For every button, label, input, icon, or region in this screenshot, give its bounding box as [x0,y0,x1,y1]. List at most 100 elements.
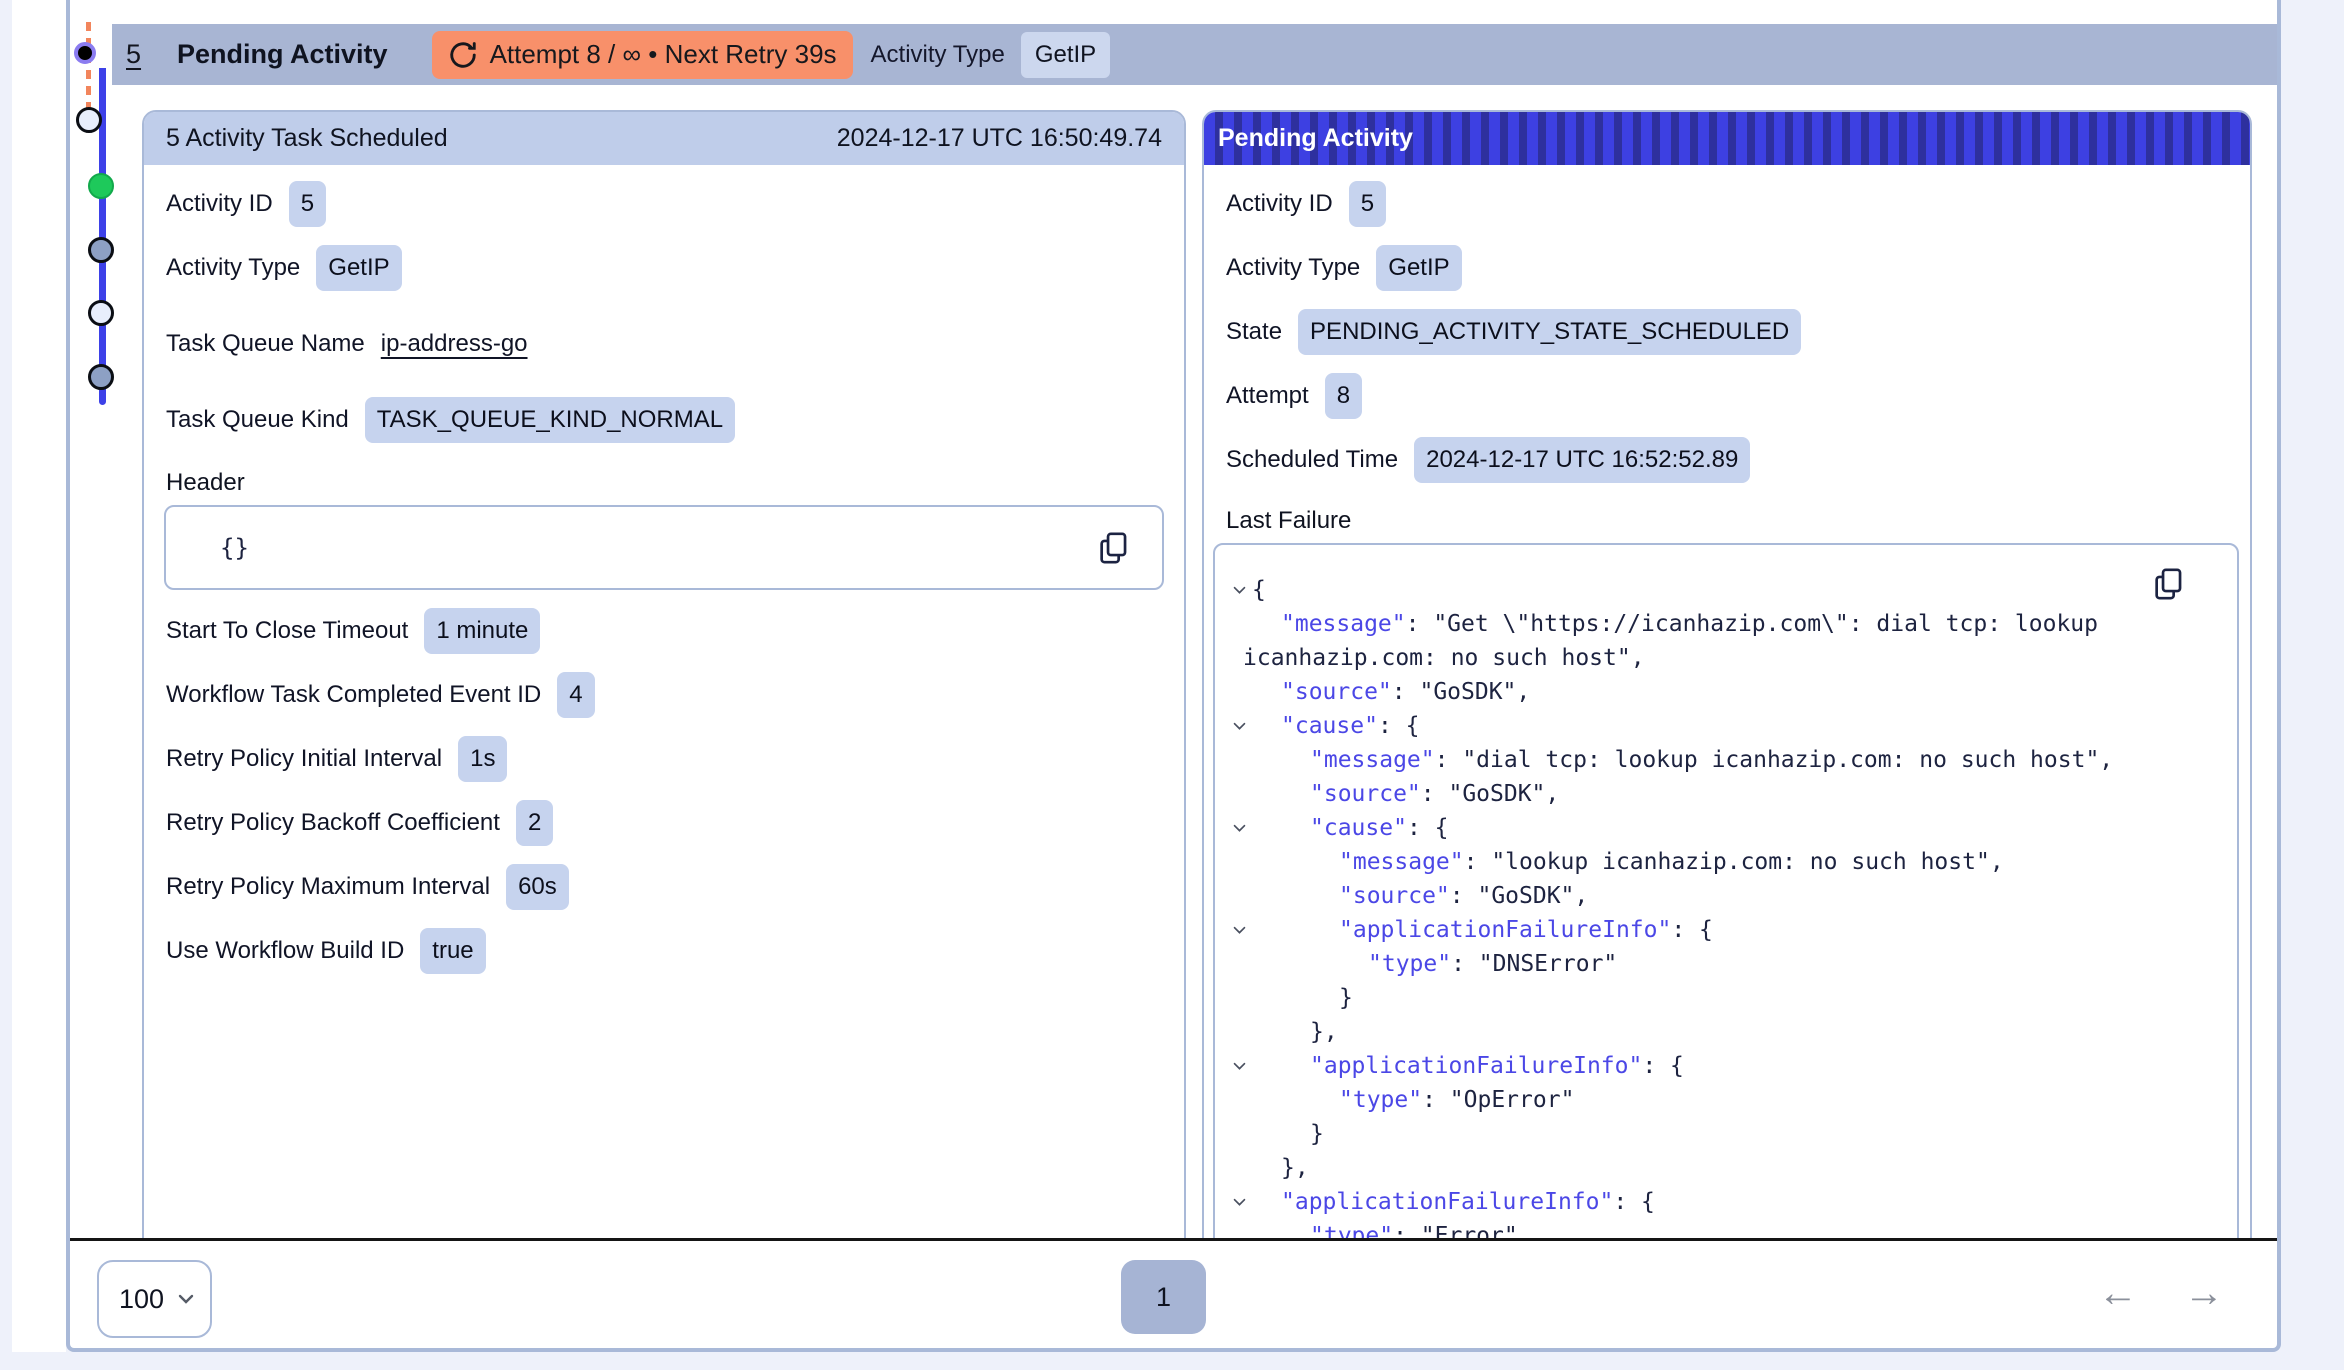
json-key: "cause" [1281,713,1378,739]
code-line: { [1215,573,2237,607]
retry-attempt-badge: Attempt 8 / ∞ • Next Retry 39s [432,31,853,79]
field-row: State PENDING_ACTIVITY_STATE_SCHEDULED [1204,309,2250,355]
field-label: State [1226,318,1282,346]
timeline-event-dot[interactable] [88,237,114,263]
json-value: : { [1613,1189,1655,1215]
json-value: : "dial tcp: lookup icanhazip.com: no su… [1435,747,2114,773]
header-payload-code: {} [166,534,249,562]
field-label: Task Queue Kind [166,406,349,434]
activity-type-label: Activity Type [871,41,1005,69]
code-line: }, [1215,1151,2237,1185]
code-line: "source": "GoSDK", [1215,675,2237,709]
retry-icon [448,40,478,70]
field-value-badge: 2 [516,800,553,846]
collapse-chevron-icon[interactable] [1215,582,1252,599]
field-value-badge: 4 [557,672,594,718]
pagination-bar: 100 1 ← → [70,1238,2277,1344]
field-label: Retry Policy Maximum Interval [166,873,490,901]
field-value-badge: 1s [458,736,507,782]
header-payload-box: {} [164,505,1164,590]
page-number: 1 [1156,1282,1171,1313]
copy-button[interactable] [2151,565,2187,605]
event-history-table: 5 Pending Activity Attempt 8 / ∞ • Next … [70,0,2277,1238]
code-line: "message": "Get \"https://icanhazip.com\… [1215,607,2237,641]
json-value: } [1310,1121,1324,1147]
json-value: : "Error" [1393,1223,1518,1238]
code-line: "cause": { [1215,709,2237,743]
field-row: Retry Policy Initial Interval 1s [144,736,1184,782]
field-label: Scheduled Time [1226,446,1398,474]
json-value: : "DNSError" [1451,951,1617,977]
code-line: }, [1215,1015,2237,1049]
json-value: } [1339,985,1353,1011]
retry-badge-label: Attempt 8 / ∞ • Next Retry 39s [490,39,837,70]
json-key: "source" [1339,883,1450,909]
field-value-badge: 5 [289,181,326,227]
copy-button[interactable] [1096,529,1132,569]
code-line: icanhazip.com: no such host", [1215,641,2237,675]
json-key: "applicationFailureInfo" [1339,917,1671,943]
field-row: Task Queue KindTASK_QUEUE_KIND_NORMAL [144,397,1184,443]
json-value: { [1252,577,1266,603]
chevron-down-icon [176,1292,196,1306]
event-title: Pending Activity [177,39,388,70]
field-label: Activity Type [166,254,300,282]
timeline-event-dot[interactable] [88,364,114,390]
last-failure-label: Last Failure [1204,505,2250,537]
field-row: Use Workflow Build ID true [144,928,1184,974]
code-line: "type": "DNSError" [1215,947,2237,981]
field-row: Activity TypeGetIP [1204,245,2250,291]
collapse-chevron-icon[interactable] [1215,718,1252,735]
code-line: } [1215,1117,2237,1151]
timeline-event-dot[interactable] [76,107,102,133]
field-label: Start To Close Timeout [166,617,408,645]
next-page-arrow-icon[interactable]: → [2184,1269,2224,1317]
field-row: Activity Type GetIP [144,245,1184,291]
page-number-button[interactable]: 1 [1121,1260,1206,1334]
collapse-chevron-icon[interactable] [1215,1058,1252,1075]
left-margin-strip [12,0,66,1352]
json-value: }, [1281,1155,1309,1181]
collapse-chevron-icon[interactable] [1215,922,1252,939]
json-key: "type" [1310,1223,1393,1238]
code-line: "type": "OpError" [1215,1083,2237,1117]
event-detail-panel: 5 Activity Task Scheduled 2024-12-17 UTC… [142,110,1186,1238]
json-value: : { [1642,1053,1684,1079]
collapse-chevron-icon[interactable] [1215,1194,1252,1211]
json-value: : "GoSDK", [1392,679,1530,705]
field-label: Activity ID [1226,190,1333,218]
field-label: Attempt [1226,382,1309,410]
code-line: "applicationFailureInfo": { [1215,1049,2237,1083]
event-row-header[interactable]: 5 Pending Activity Attempt 8 / ∞ • Next … [112,24,2277,85]
json-value: : "Get \"https://icanhazip.com\": dial t… [1406,611,2098,637]
previous-page-arrow-icon[interactable]: ← [2098,1269,2138,1317]
field-label: Activity ID [166,190,273,218]
json-value: }, [1310,1019,1338,1045]
field-value-badge: GetIP [316,245,401,291]
field-row: Retry Policy Maximum Interval60s [144,864,1184,910]
json-key: "applicationFailureInfo" [1281,1189,1613,1215]
field-label: Retry Policy Initial Interval [166,745,442,773]
header-section-label: Header [144,467,1184,499]
json-value: : { [1671,917,1713,943]
field-value-badge: true [420,928,485,974]
json-key: "cause" [1310,815,1407,841]
timeline-event-dot-success[interactable] [88,173,114,199]
json-value: : "lookup icanhazip.com: no such host", [1464,849,2004,875]
code-line: } [1215,981,2237,1015]
field-row: Activity ID5 [1204,181,2250,227]
event-id-link[interactable]: 5 [126,39,141,70]
code-line: "type": "Error" [1215,1219,2237,1238]
field-value-badge: PENDING_ACTIVITY_STATE_SCHEDULED [1298,309,1801,355]
json-key: "type" [1339,1087,1422,1113]
timeline-event-dot[interactable] [88,300,114,326]
field-label: Use Workflow Build ID [166,937,404,965]
pending-activity-panel: Pending Activity Activity ID5Activity Ty… [1202,110,2252,1238]
code-line: "message": "dial tcp: lookup icanhazip.c… [1215,743,2237,777]
event-detail-title: 5 Activity Task Scheduled [166,124,448,153]
task-queue-link[interactable]: ip-address-go [381,330,528,358]
page-size-select[interactable]: 100 [97,1260,212,1338]
collapse-chevron-icon[interactable] [1215,820,1252,837]
timeline-current-event-dot[interactable] [74,42,96,64]
json-key: "message" [1310,747,1435,773]
